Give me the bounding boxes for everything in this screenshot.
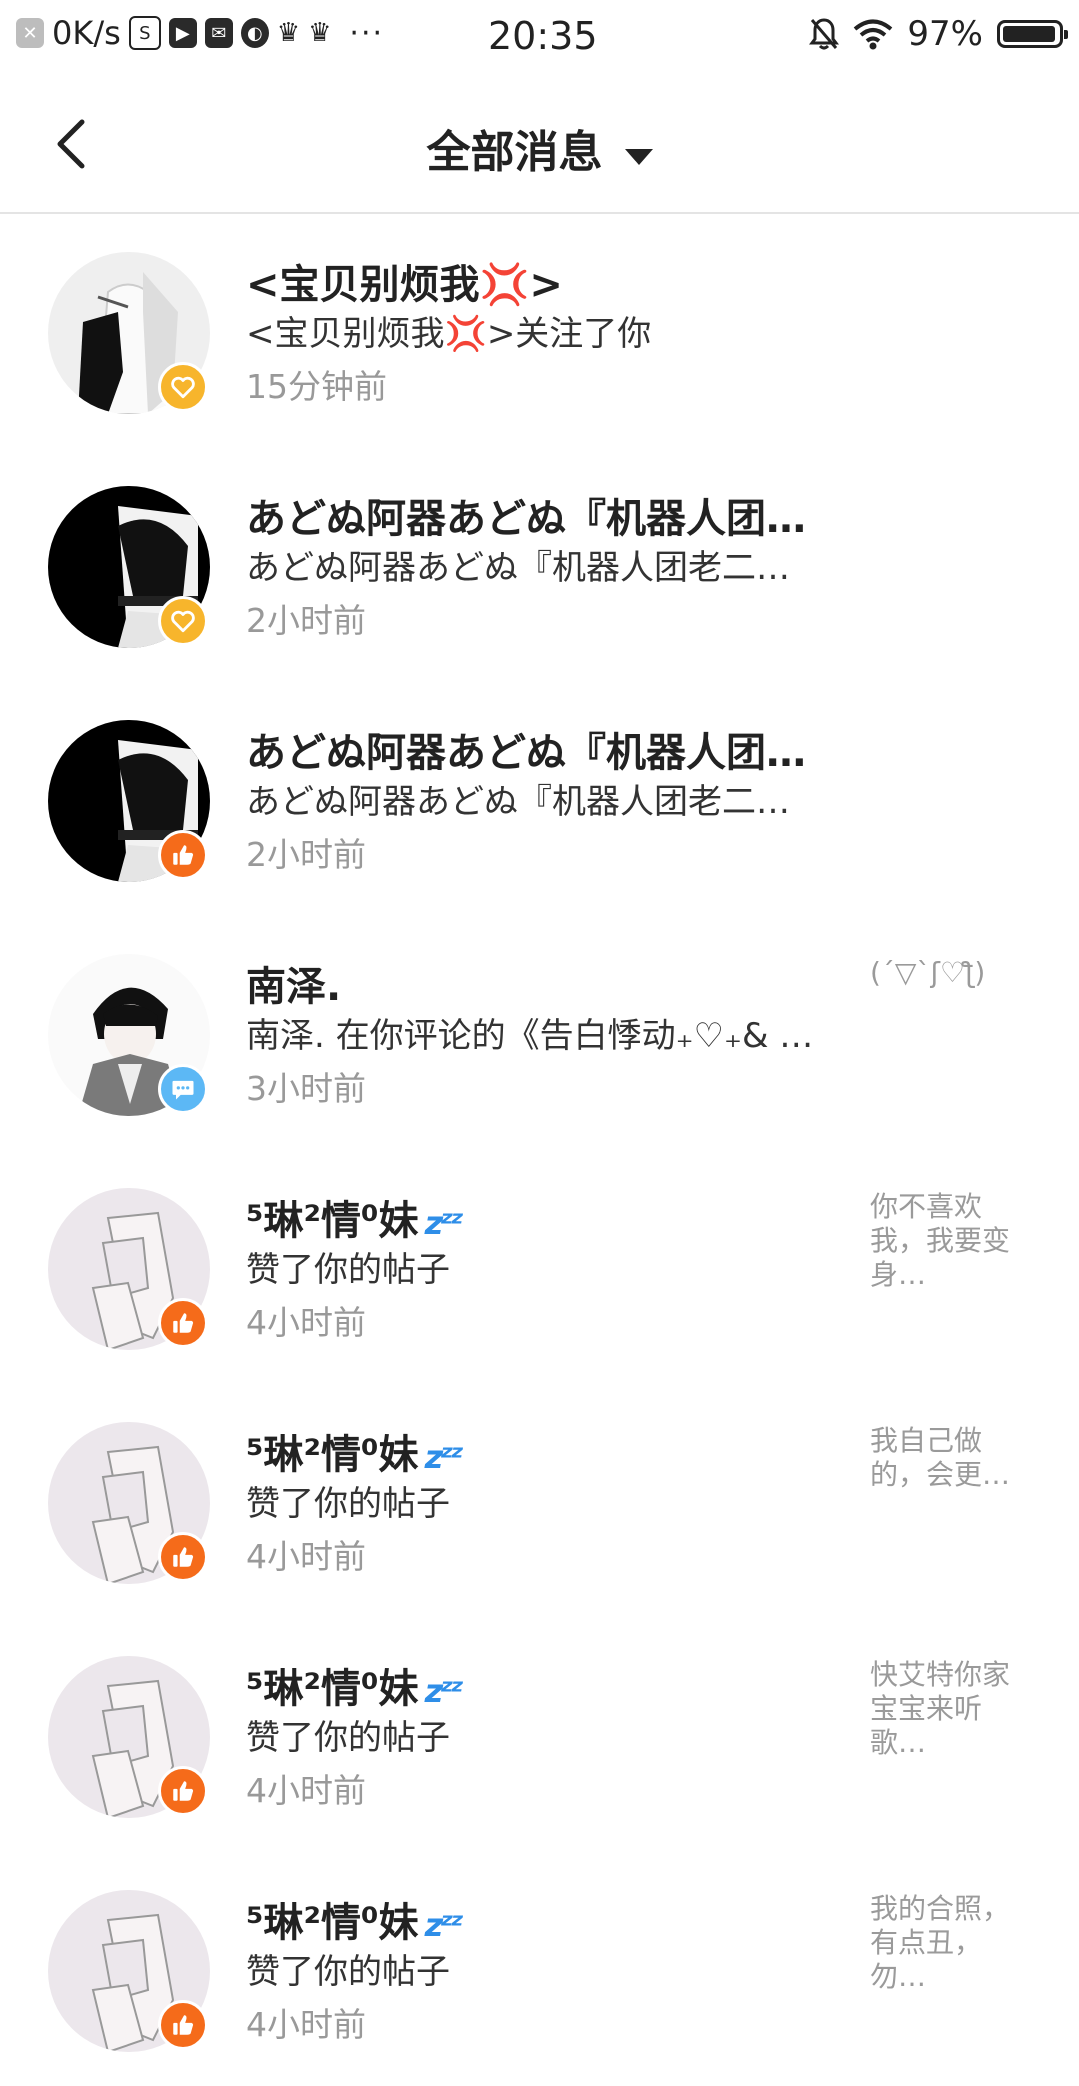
- page-title: 全部消息: [426, 127, 603, 178]
- thumbs-up-icon: [158, 2000, 208, 2050]
- timestamp: 4小时前: [246, 1537, 366, 1576]
- s-icon: S: [128, 16, 161, 50]
- net-speed: 0K/s: [52, 14, 121, 52]
- title-dropdown[interactable]: 全部消息: [0, 116, 1079, 180]
- sender-name[interactable]: あどぬ阿器あどぬ『机器人团…: [246, 486, 806, 544]
- wifi-icon: [854, 19, 893, 50]
- crown-icon: ♛: [308, 18, 332, 48]
- post-preview[interactable]: 快艾特你家宝宝来听歌…: [870, 1658, 1030, 1760]
- sender-name[interactable]: ⁵琳²情⁰妹 zᶻᶻ: [246, 1656, 464, 1714]
- sender-name[interactable]: あどぬ阿器あどぬ『机器人团…: [246, 720, 806, 778]
- message-row[interactable]: あどぬ阿器あどぬ『机器人团… あどぬ阿器あどぬ『机器人团老二… 2小时前: [0, 682, 1079, 916]
- post-preview[interactable]: 我自己做的，会更…: [870, 1424, 1030, 1492]
- play-icon: ▶: [168, 18, 197, 48]
- thumbs-up-icon: [158, 830, 208, 880]
- status-right: 97%: [809, 14, 1068, 54]
- heart-icon: [158, 596, 208, 646]
- message-row[interactable]: ⁵琳²情⁰妹 zᶻᶻ 赞了你的帖子 4小时前 我的合照，有点丑，勿…: [0, 1852, 1079, 2086]
- message-text: あどぬ阿器あどぬ『机器人团老二…: [246, 548, 790, 588]
- timestamp: 4小时前: [246, 1303, 366, 1342]
- message-text: 赞了你的帖子: [246, 1718, 450, 1758]
- sleep-emoji-icon: zᶻᶻ: [424, 1204, 464, 1242]
- clock: 20:35: [488, 14, 598, 58]
- post-preview[interactable]: (´▽`ʃ♡ƪ): [870, 956, 1030, 990]
- sender-name[interactable]: ⁵琳²情⁰妹 zᶻᶻ: [246, 1890, 464, 1948]
- app-header: 全部消息: [0, 72, 1079, 214]
- close-icon: ✕: [16, 18, 44, 48]
- sleep-emoji-icon: zᶻᶻ: [424, 1672, 464, 1710]
- status-bar: ✕ 0K/s S ▶ ✉ ◐ ♛ ♛ ··· 20:35 97%: [0, 0, 1079, 72]
- timestamp: 15分钟前: [246, 367, 387, 406]
- message-text: 赞了你的帖子: [246, 1952, 450, 1992]
- timestamp: 4小时前: [246, 2005, 366, 2044]
- thumbs-up-icon: [158, 1298, 208, 1348]
- sleep-emoji-icon: zᶻᶻ: [424, 1906, 464, 1944]
- battery-icon: [997, 20, 1068, 48]
- thumbs-up-icon: [158, 1532, 208, 1582]
- message-row[interactable]: 南泽. 南泽. 在你评论的《告白悸动₊♡₊& … 3小时前 (´▽`ʃ♡ƪ): [0, 916, 1079, 1150]
- message-text: <宝贝别烦我💢>关注了你: [246, 314, 652, 354]
- battery-percent: 97%: [907, 14, 983, 54]
- mail-icon: ✉: [204, 18, 233, 48]
- sender-name[interactable]: ⁵琳²情⁰妹 zᶻᶻ: [246, 1188, 464, 1246]
- sleep-emoji-icon: zᶻᶻ: [424, 1438, 464, 1476]
- sender-name[interactable]: ⁵琳²情⁰妹 zᶻᶻ: [246, 1422, 464, 1480]
- message-row[interactable]: ⁵琳²情⁰妹 zᶻᶻ 赞了你的帖子 4小时前 快艾特你家宝宝来听歌…: [0, 1618, 1079, 1852]
- status-left: ✕ 0K/s S ▶ ✉ ◐ ♛ ♛ ···: [16, 14, 384, 52]
- bell-off-icon: [809, 18, 840, 50]
- timestamp: 2小时前: [246, 835, 366, 874]
- heart-icon: [158, 362, 208, 412]
- chevron-down-icon: [624, 148, 653, 165]
- message-row[interactable]: ⁵琳²情⁰妹 zᶻᶻ 赞了你的帖子 4小时前 你不喜欢我，我要变身…: [0, 1150, 1079, 1384]
- sender-name[interactable]: 南泽.: [246, 954, 341, 1012]
- crown-icon: ♛: [276, 18, 301, 48]
- message-text: 赞了你的帖子: [246, 1250, 450, 1290]
- post-preview[interactable]: 你不喜欢我，我要变身…: [870, 1190, 1030, 1292]
- message-row[interactable]: ⁵琳²情⁰妹 zᶻᶻ 赞了你的帖子 4小时前 我自己做的，会更…: [0, 1384, 1079, 1618]
- comment-icon: [158, 1064, 208, 1114]
- message-list: <宝贝别烦我💢> <宝贝别烦我💢>关注了你 15分钟前 あどぬ阿器あどぬ『机器人团… あ…: [0, 214, 1079, 2086]
- battery-fill: [1003, 26, 1056, 42]
- post-preview[interactable]: 我的合照，有点丑，勿…: [870, 1892, 1030, 1994]
- sender-name[interactable]: <宝贝别烦我💢>: [246, 252, 563, 310]
- thumbs-up-icon: [158, 1766, 208, 1816]
- timestamp: 4小时前: [246, 1771, 366, 1810]
- planet-icon: ◐: [240, 18, 269, 48]
- message-row[interactable]: <宝贝别烦我💢> <宝贝别烦我💢>关注了你 15分钟前: [0, 214, 1079, 448]
- message-text: 南泽. 在你评论的《告白悸动₊♡₊& …: [246, 1016, 814, 1056]
- timestamp: 2小时前: [246, 601, 366, 640]
- more-icon: ···: [349, 15, 385, 51]
- message-row[interactable]: あどぬ阿器あどぬ『机器人团… あどぬ阿器あどぬ『机器人团老二… 2小时前: [0, 448, 1079, 682]
- timestamp: 3小时前: [246, 1069, 366, 1108]
- message-text: あどぬ阿器あどぬ『机器人团老二…: [246, 782, 790, 822]
- message-text: 赞了你的帖子: [246, 1484, 450, 1524]
